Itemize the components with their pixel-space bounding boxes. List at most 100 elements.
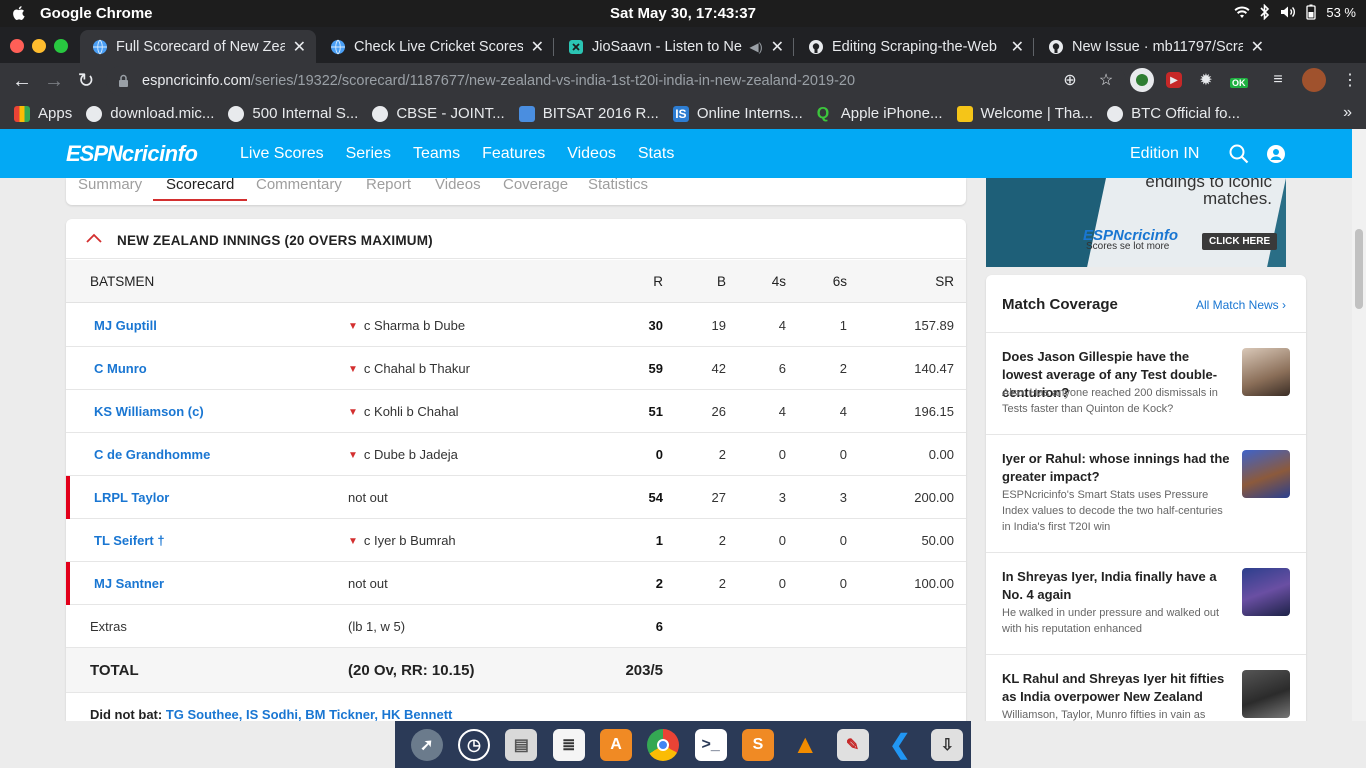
- news-story[interactable]: In Shreyas Iyer, India finally have a No…: [986, 554, 1306, 655]
- chrome-extension-icon[interactable]: [1130, 68, 1154, 92]
- batsman-name[interactable]: MJ Guptill: [94, 318, 157, 333]
- minimize-window-button[interactable]: [32, 39, 46, 53]
- did-not-bat-players[interactable]: TG Southee, IS Sodhi, BM Tickner, HK Ben…: [166, 707, 453, 721]
- dismissal[interactable]: ▼ c Dube b Jadeja: [348, 447, 458, 462]
- settings-extension-icon[interactable]: ✹: [1194, 68, 1218, 92]
- volume-icon[interactable]: [1280, 5, 1296, 19]
- tab-live-scores[interactable]: Check Live Cricket Scores, ✕: [318, 30, 554, 63]
- nav-series[interactable]: Series: [346, 145, 391, 163]
- search-icon[interactable]: [1229, 144, 1249, 164]
- batsman-name[interactable]: C de Grandhomme: [94, 447, 210, 462]
- back-arrow-icon[interactable]: ←: [10, 69, 34, 93]
- speaker-icon[interactable]: ◀): [749, 40, 762, 54]
- close-tab-icon[interactable]: ✕: [771, 37, 784, 57]
- maximize-window-button[interactable]: [54, 39, 68, 53]
- tab-scorecard[interactable]: Full Scorecard of New Zea ✕: [80, 30, 316, 63]
- advertisement-banner[interactable]: endings to iconic matches. ESPNcricinfo …: [986, 178, 1286, 267]
- bluetooth-icon[interactable]: [1260, 4, 1270, 20]
- batsman-name[interactable]: MJ Santner: [94, 576, 164, 591]
- more-bookmarks-icon[interactable]: »: [1343, 104, 1352, 122]
- news-story[interactable]: KL Rahul and Shreyas Iyer hit fifties as…: [986, 656, 1306, 721]
- playlist-icon[interactable]: ≡: [1266, 68, 1290, 92]
- bookmark-item[interactable]: Q Apple iPhone...: [817, 105, 943, 122]
- edition-selector[interactable]: Edition IN: [1130, 145, 1199, 163]
- close-tab-icon[interactable]: ✕: [293, 37, 306, 57]
- espncricinfo-logo[interactable]: ESPNcricinfo: [66, 141, 198, 167]
- innings-header[interactable]: NEW ZEALAND INNINGS (20 OVERS MAXIMUM): [66, 219, 966, 259]
- dock-installer[interactable]: ⇩: [924, 725, 971, 765]
- dismissal[interactable]: ▼ c Sharma b Dube: [348, 318, 465, 333]
- nav-teams[interactable]: Teams: [413, 145, 460, 163]
- dock-timeshift[interactable]: ◷: [450, 725, 497, 765]
- chrome-menu-icon[interactable]: ⋮: [1338, 68, 1362, 92]
- story-thumbnail[interactable]: [1242, 568, 1290, 616]
- bookmark-item[interactable]: download.mic...: [86, 105, 214, 122]
- profile-avatar[interactable]: [1302, 68, 1326, 92]
- add-bookmark-icon[interactable]: ⊕: [1058, 68, 1082, 92]
- story-thumbnail[interactable]: [1242, 450, 1290, 498]
- star-icon[interactable]: ☆: [1094, 68, 1118, 92]
- bookmark-item[interactable]: Welcome | Tha...: [956, 105, 1093, 122]
- batsman-name[interactable]: C Munro: [94, 361, 147, 376]
- tab-videos[interactable]: Videos: [435, 176, 481, 193]
- tab-commentary[interactable]: Commentary: [256, 176, 342, 193]
- scrollbar-thumb[interactable]: [1355, 229, 1363, 309]
- tab-github-issue[interactable]: New Issue · mb11797/Scra ✕: [1036, 30, 1274, 63]
- dock-terminal[interactable]: >_: [687, 725, 734, 765]
- bookmark-apps[interactable]: Apps: [14, 105, 72, 122]
- address-bar[interactable]: espncricinfo.com/series/19322/scorecard/…: [106, 66, 1126, 96]
- dock-sublime[interactable]: S: [734, 725, 781, 765]
- dismissal[interactable]: ▼ c Kohli b Chahal: [348, 404, 459, 419]
- dock-app-store[interactable]: A: [592, 725, 639, 765]
- url-text[interactable]: espncricinfo.com/series/19322/scorecard/…: [142, 73, 855, 89]
- tab-coverage[interactable]: Coverage: [503, 176, 568, 193]
- chevron-up-icon[interactable]: [86, 233, 102, 243]
- forward-arrow-icon[interactable]: →: [42, 69, 66, 93]
- dock-vlc[interactable]: ▲: [782, 725, 829, 765]
- reload-icon[interactable]: ↻: [74, 69, 98, 93]
- dock-launcher[interactable]: ➚: [403, 725, 450, 765]
- nav-stats[interactable]: Stats: [638, 145, 674, 163]
- batsman-name[interactable]: KS Williamson (c): [94, 404, 204, 419]
- battery-icon[interactable]: [1306, 4, 1317, 20]
- dismissal[interactable]: ▼ c Chahal b Thakur: [348, 361, 470, 376]
- news-story[interactable]: Does Jason Gillespie have the lowest ave…: [986, 334, 1306, 435]
- user-icon[interactable]: [1267, 145, 1285, 163]
- story-thumbnail[interactable]: [1242, 670, 1290, 718]
- all-match-news-link[interactable]: All Match News ›: [1196, 298, 1286, 312]
- bookmark-item[interactable]: 500 Internal S...: [228, 105, 358, 122]
- youtube-extension-icon[interactable]: ▶: [1166, 72, 1182, 88]
- close-tab-icon[interactable]: ✕: [1251, 37, 1264, 57]
- dock-vscode[interactable]: ❮: [876, 725, 923, 765]
- tab-report[interactable]: Report: [366, 176, 411, 193]
- lock-icon[interactable]: [118, 74, 129, 88]
- story-thumbnail[interactable]: [1242, 348, 1290, 396]
- bookmark-item[interactable]: IS Online Interns...: [672, 105, 803, 122]
- dock-files[interactable]: ▤: [498, 725, 545, 765]
- batsman-name[interactable]: TL Seifert †: [94, 533, 165, 548]
- news-story[interactable]: Iyer or Rahul: whose innings had the gre…: [986, 436, 1306, 553]
- nav-features[interactable]: Features: [482, 145, 545, 163]
- dismissal[interactable]: ▼ c Iyer b Bumrah: [348, 533, 456, 548]
- system-clock[interactable]: Sat May 30, 17:43:37: [0, 5, 1366, 22]
- bookmark-item[interactable]: CBSE - JOINT...: [372, 105, 505, 122]
- page-scrollbar[interactable]: [1352, 129, 1366, 721]
- bookmark-item[interactable]: BITSAT 2016 R...: [518, 105, 659, 122]
- close-window-button[interactable]: [10, 39, 24, 53]
- dock-text-editor[interactable]: ≣: [545, 725, 592, 765]
- nav-live-scores[interactable]: Live Scores: [240, 145, 324, 163]
- tab-github-editing[interactable]: Editing Scraping-the-Web ✕: [796, 30, 1034, 63]
- wifi-icon[interactable]: [1234, 5, 1250, 19]
- dock-chrome[interactable]: [640, 725, 687, 765]
- bookmark-item[interactable]: BTC Official fo...: [1107, 105, 1240, 122]
- dock-system-tools[interactable]: ✎: [829, 725, 876, 765]
- tab-statistics[interactable]: Statistics: [588, 176, 648, 193]
- close-tab-icon[interactable]: ✕: [1011, 37, 1024, 57]
- close-tab-icon[interactable]: ✕: [531, 37, 544, 57]
- tab-jiosaavn[interactable]: JioSaavn - Listen to Ne ◀) ✕: [556, 30, 794, 63]
- nav-videos[interactable]: Videos: [567, 145, 616, 163]
- tab-summary[interactable]: Summary: [78, 176, 142, 193]
- tab-scorecard[interactable]: Scorecard: [152, 176, 248, 201]
- ad-click-here-button[interactable]: CLICK HERE: [1202, 233, 1278, 250]
- ok-extension-icon[interactable]: OK: [1230, 68, 1254, 92]
